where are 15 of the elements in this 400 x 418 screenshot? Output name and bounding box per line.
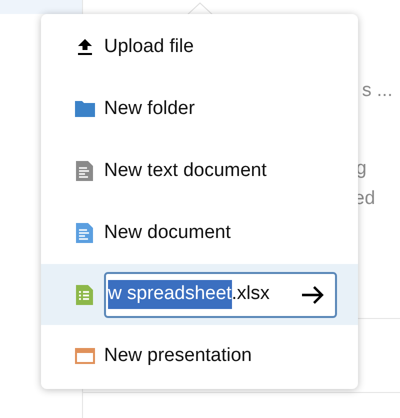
folder-icon [74,101,94,117]
submit-button[interactable] [301,284,325,304]
document-icon [76,223,93,243]
menu-item[interactable]: New presentation [41,325,358,387]
file-description: s ... [362,79,393,103]
menu-item[interactable]: New document [41,202,358,264]
menu-item[interactable]: New text document [41,140,358,202]
arrow-right-icon [301,284,325,304]
file-name-field[interactable]: w spreadsheet.xlsx [104,272,337,318]
text-document-icon [76,161,93,181]
spreadsheet-icon [76,284,93,304]
upload-icon [76,38,92,56]
presentation-icon [74,348,94,364]
menu-item[interactable]: Upload file [41,16,358,78]
menu-item[interactable]: New folder [41,78,358,140]
